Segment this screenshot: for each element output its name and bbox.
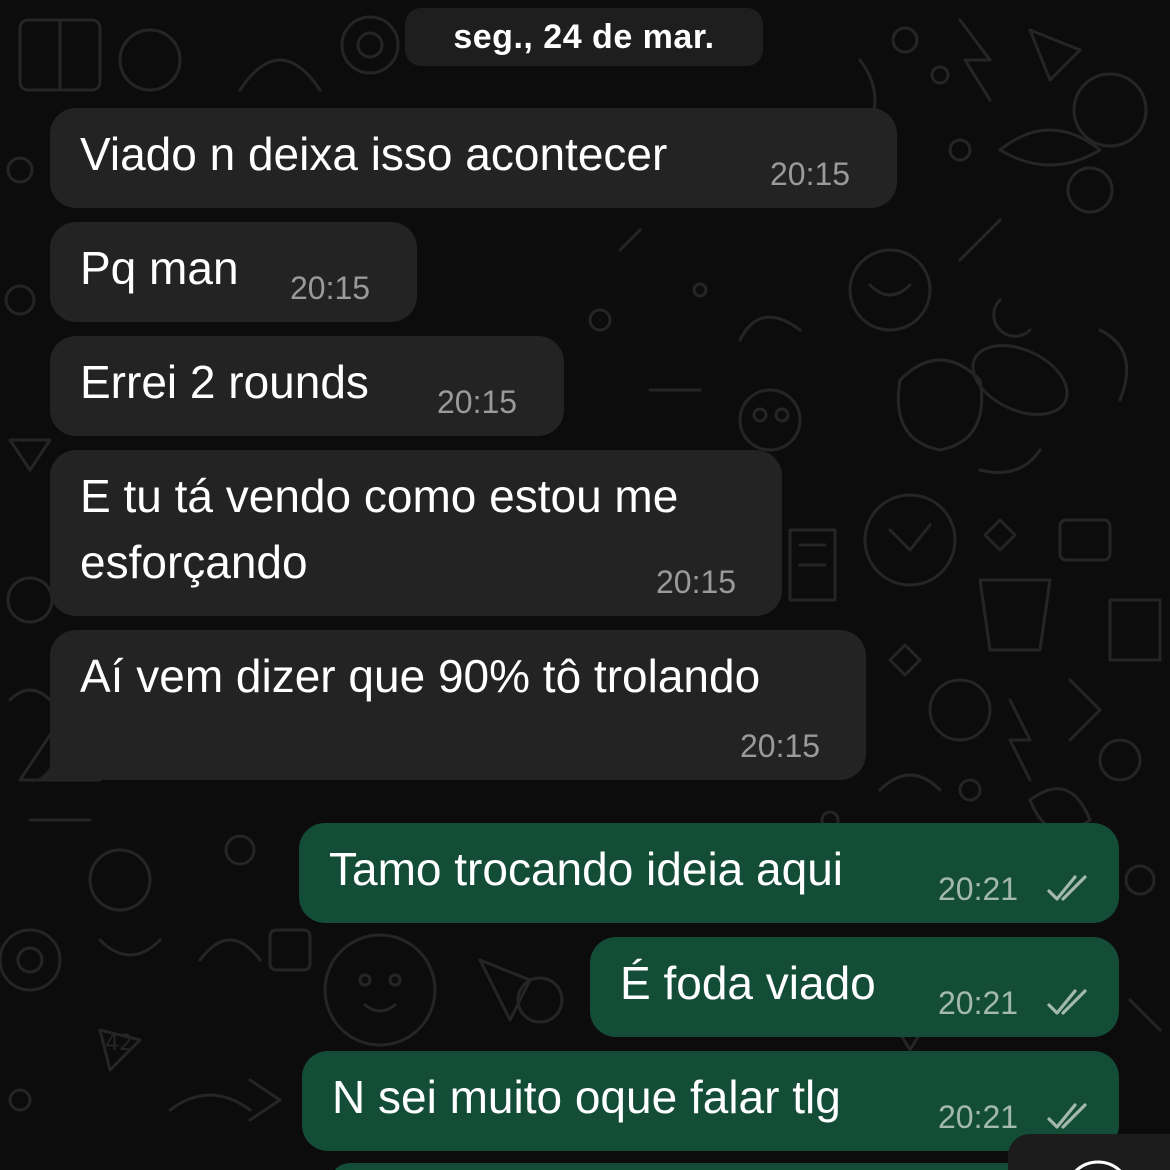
scroll-down-button[interactable]: [1008, 1134, 1170, 1170]
message-bubble-outgoing[interactable]: É foda viado 20:21: [590, 937, 1119, 1037]
message-bubble-incoming[interactable]: Pq man 20:15: [50, 222, 417, 322]
double-check-icon: [1047, 1103, 1087, 1129]
message-time: 20:15: [290, 270, 371, 306]
bubble-tail-incoming: [34, 752, 64, 780]
message-text: Viado n deixa isso acontecer: [80, 128, 668, 180]
double-check-icon: [1047, 875, 1087, 901]
double-check-icon: [1047, 989, 1087, 1015]
message-text: É foda viado: [620, 957, 876, 1009]
message-text: Errei 2 rounds: [80, 356, 369, 408]
date-separator: seg., 24 de mar.: [405, 8, 763, 66]
message-time: 20:15: [437, 384, 518, 420]
message-bubble-incoming[interactable]: Viado n deixa isso acontecer 20:15: [50, 108, 897, 208]
message-bubble-outgoing-partial[interactable]: [330, 1163, 1119, 1170]
message-text: Tamo trocando ideia aqui: [329, 843, 843, 895]
message-time: 20:15: [656, 564, 737, 600]
message-time: 20:21: [938, 985, 1019, 1021]
message-bubble-incoming[interactable]: Aí vem dizer que 90% tô trolando 20:15: [50, 630, 866, 780]
message-bubble-incoming[interactable]: Errei 2 rounds 20:15: [50, 336, 564, 436]
message-text-line-2: esforçando: [80, 536, 308, 588]
chat-view[interactable]: 42 seg., 24 de mar. Viado n deixa isso a…: [0, 0, 1170, 1170]
message-bubble-outgoing[interactable]: Tamo trocando ideia aqui 20:21: [299, 823, 1119, 923]
scroll-down-icon: [1074, 1160, 1122, 1170]
message-time: 20:15: [740, 728, 821, 764]
message-text-line-1: E tu tá vendo como estou me: [80, 470, 679, 522]
message-time: 20:21: [938, 871, 1019, 907]
message-bubble-incoming[interactable]: E tu tá vendo como estou me esforçando 2…: [50, 450, 782, 616]
svg-text:42: 42: [105, 1031, 133, 1056]
message-time: 20:21: [938, 1099, 1019, 1135]
message-text: N sei muito oque falar tlg: [332, 1071, 841, 1123]
message-bubble-outgoing[interactable]: N sei muito oque falar tlg 20:21: [302, 1051, 1119, 1151]
message-text: Pq man: [80, 242, 239, 294]
message-text: Aí vem dizer que 90% tô trolando: [80, 650, 761, 702]
message-time: 20:15: [770, 156, 851, 192]
